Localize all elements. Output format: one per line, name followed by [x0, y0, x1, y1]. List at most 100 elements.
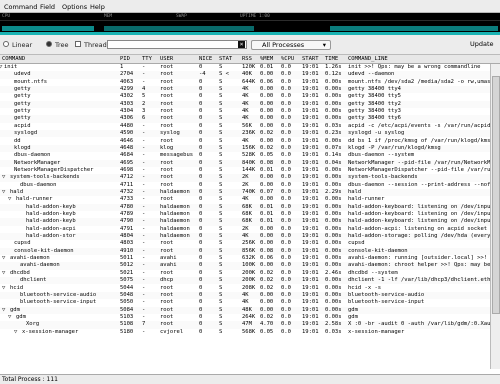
table-row[interactable]: hald-addon-keyb 4789 - haldaemon 0 S 68K 0.01 0.…	[0, 211, 490, 218]
table-row[interactable]: init 1 - root 0 S 120K 0.01 0.0 19:01 1.26s init >>…	[0, 64, 490, 71]
table-row[interactable]: klogd 4648 - klog 0 S 156K 0.02 0.0 19:01 0.07s klo…	[0, 144, 490, 153]
menu-help[interactable]: Help	[90, 3, 105, 11]
table-row[interactable]: mount.ntfs 4063 - root 0 S 644K 0.06 0.0 19:01 0.0…	[0, 79, 490, 86]
thread-label[interactable]: Thread	[84, 41, 107, 49]
cell-user: dhcp	[160, 277, 174, 284]
cell-start: 19:01	[302, 247, 319, 254]
table-row[interactable]: getty 4302 5 root 0 S 4K 0.00 0.0 19:01 0.00s getty…	[0, 93, 490, 100]
clear-filter-icon[interactable]: ×	[238, 41, 245, 48]
menu-command[interactable]: Command	[4, 3, 37, 11]
table-row[interactable]: hald 4732 - haldaemon 0 S 740K 0.07 0.0 19:01 2.29…	[0, 188, 490, 197]
process-filter-select[interactable]: All Processes ▾	[251, 40, 331, 50]
tree-expand-icon[interactable]: ▽	[8, 196, 11, 203]
linear-label[interactable]: Linear	[12, 41, 32, 49]
table-row[interactable]: bluetooth-service-audio 5048- root 0 S 4K 0.00…	[0, 291, 490, 300]
table-row[interactable]: hcid 5044 - root 0 S 208K 0.02 0.0 19:01 0.00s hcid…	[0, 285, 490, 292]
cell-time: 0.00s	[325, 115, 342, 122]
table-row[interactable]: hald-addon-keyb 4780 - haldaemon 0 S 68K 0.01 0.…	[0, 203, 490, 211]
tree-expand-icon[interactable]: ▽	[2, 307, 5, 314]
cell-time: 1.26s	[325, 64, 342, 70]
vertical-scrollbar[interactable]	[490, 64, 500, 369]
table-row[interactable]: gdm 5084 - root 0 S 48K 0.00 0.0 19:01 0.00s gdm ▽	[0, 306, 490, 314]
table-row[interactable]: avahi-daemon 5011 - avahi 0 S 632K 0.06 0.0 19:01…	[0, 255, 490, 262]
thread-checkbox[interactable]	[75, 41, 81, 47]
tree-expand-icon[interactable]: ▽	[8, 314, 11, 321]
table-row[interactable]: udevd 2704 - root -4 S < 40K 0.00 0.0 19:01 0.12s u…	[0, 71, 490, 79]
col-command[interactable]: COMMAND	[2, 56, 25, 62]
cell-start: 19:01	[302, 152, 319, 159]
mem-history-graph	[104, 26, 254, 31]
cell-start: 19:01	[302, 71, 319, 78]
cell-process-name: hcid	[10, 284, 24, 291]
cell-rss: 68K	[242, 203, 252, 210]
col-rss[interactable]: RSS	[242, 56, 252, 62]
table-row[interactable]: console-kit-daemon 4910 - root 0 S 856K 0.08 0.0…	[0, 247, 490, 256]
col-command-line[interactable]: COMMAND_LINE	[348, 56, 388, 62]
table-row[interactable]: x-session-manager 5180 - cvjorel 0 S 568K 0.05 0…	[0, 329, 490, 336]
cell-time: 2.58s	[325, 321, 342, 328]
cell-process-name: gdm	[10, 306, 20, 313]
table-row[interactable]: getty 4306 6 root 0 S 4K 0.00 0.0 19:01 0.00s getty…	[0, 115, 490, 123]
scrollbar-thumb[interactable]	[492, 76, 500, 314]
table-row[interactable]: hald-addon-keyb 4790 - haldaemon 0 S 68K 0.01 0.…	[0, 218, 490, 226]
table-row[interactable]: getty 4299 4 root 0 S 4K 0.00 0.0 19:01 0.00s getty…	[0, 86, 490, 94]
col-pid[interactable]: PID	[120, 56, 130, 62]
cell-user: root	[160, 86, 174, 93]
table-row[interactable]: dhclient 5075 - dhcp 0 S 200K 0.02 0.0 19:01 0.00s…	[0, 277, 490, 285]
cell-time: 0.03s	[325, 122, 342, 129]
tree-expand-icon[interactable]: ▽	[14, 329, 17, 336]
table-row[interactable]: dhcdbd 5021 - root 0 S 200K 0.02 0.0 19:01 2.46s dh…	[0, 270, 490, 277]
cell-pid: 5108	[120, 321, 134, 328]
col-tty[interactable]: TTY	[142, 56, 152, 62]
table-row[interactable]: getty 4304 3 root 0 S 4K 0.00 0.0 19:01 0.00s getty…	[0, 108, 490, 115]
tree-expand-icon[interactable]: ▽	[2, 285, 5, 292]
cell-rss: 47M	[242, 321, 252, 328]
filter-input[interactable]	[107, 40, 247, 49]
cell-tty: -	[142, 218, 146, 225]
table-row[interactable]: getty 4303 2 root 0 S 4K 0.00 0.0 19:01 0.00s getty…	[0, 100, 490, 109]
cell-time: 0.00s	[325, 240, 342, 247]
table-row[interactable]: system-tools-backends 4712 - root 0 S 2K 0.00 0.…	[0, 174, 490, 182]
cell-nice: 0	[199, 313, 203, 320]
cell-command-line: dbus-daemon --session --print-address --…	[348, 181, 490, 188]
table-row[interactable]: NetworkManager 4695 - root 0 S 840K 0.08 0.0 19:0…	[0, 159, 490, 167]
table-row[interactable]: hald-runner 4733 - root 0 S 4K 0.00 0.0 19:01 0.00…	[0, 196, 490, 203]
table-row[interactable]: hald-addon-acpi 4791 - haldaemon 0 S 2K 0.00 0.0…	[0, 226, 490, 233]
cell-nice: 0	[199, 152, 203, 159]
tree-expand-icon[interactable]: ▽	[2, 255, 5, 262]
col-mem[interactable]: %MEM	[260, 56, 273, 62]
table-row[interactable]: dbus-daemon 4684 - messagebus 0 S 528K 0.05 0.0 1…	[0, 152, 490, 159]
linear-radio[interactable]	[3, 41, 9, 47]
table-row[interactable]: cupsd 4803 - root 0 S 256K 0.00 0.0 19:01 0.00s cup…	[0, 240, 490, 247]
table-row[interactable]: gdm 5103 - root 0 S 264K 0.02 0.0 19:01 0.00s gdm ▽	[0, 314, 490, 321]
update-button[interactable]: Update	[470, 40, 494, 48]
cell-pid: 4299	[120, 86, 134, 93]
menu-field[interactable]: Field	[40, 3, 55, 11]
tree-radio[interactable]	[46, 41, 52, 47]
col-stat[interactable]: STAT	[219, 56, 232, 62]
table-row[interactable]: acpid 4480 - root 0 S 56K 0.00 0.0 19:01 0.03s acpi…	[0, 123, 490, 130]
table-row[interactable]: NetworkManagerDispatcher 4698 - root 0 S 144K 0…	[0, 167, 490, 174]
cell-rss: 100K	[242, 262, 256, 269]
col-start[interactable]: START	[302, 56, 319, 62]
cell-start: 19:01	[302, 255, 319, 262]
tree-expand-icon[interactable]: ▽	[2, 174, 5, 181]
menu-options[interactable]: Options	[62, 3, 87, 11]
cell-command-line: NetworkManager --pid-file /var/run/Netwo…	[348, 159, 490, 166]
col-user[interactable]: USER	[160, 56, 173, 62]
table-row[interactable]: syslogd 4590 - syslog 0 S 236K 0.02 0.0 19:01 0.23…	[0, 130, 490, 138]
table-row[interactable]: Xorg 5108 7 root 0 S 47M 4.70 0.0 19:01 2.58s X :0 …	[0, 321, 490, 329]
cell-user: root	[160, 122, 174, 129]
col-nice[interactable]: NICE	[199, 56, 212, 62]
tree-expand-icon[interactable]: ▽	[2, 270, 5, 277]
col-time[interactable]: TIME	[325, 56, 338, 62]
tree-expand-icon[interactable]: ▽	[0, 64, 2, 71]
tree-expand-icon[interactable]: ▽	[2, 189, 5, 196]
table-row[interactable]: dbus-daemon 4711 - root 0 S 2K 0.00 0.0 19:01 0.00…	[0, 182, 490, 189]
table-row[interactable]: dd 4646 - root 0 S 4K 0.00 0.0 19:01 0.00s dd bs 1 …	[0, 138, 490, 145]
col-cpu[interactable]: %CPU	[281, 56, 294, 62]
table-row[interactable]: avahi-daemon 5012 - avahi 0 S 100K 0.00 0.0 19:01…	[0, 262, 490, 270]
table-row[interactable]: hald-addon-stor 4804 - haldaemon 0 S 4K 0.00 0.0…	[0, 233, 490, 241]
table-row[interactable]: bluetooth-service-input 5050- root 0 S 4K 0.00…	[0, 299, 490, 306]
tree-label[interactable]: Tree	[55, 41, 69, 49]
